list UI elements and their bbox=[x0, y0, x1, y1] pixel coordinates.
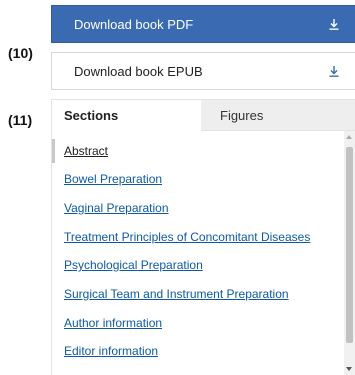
sections-list: Abstract Bowel Preparation Vaginal Prepa… bbox=[51, 131, 355, 375]
download-icon bbox=[327, 17, 341, 31]
scrollbar-thumb[interactable] bbox=[346, 147, 353, 343]
active-indicator bbox=[52, 139, 55, 163]
section-link-vaginal-preparation[interactable]: Vaginal Preparation bbox=[64, 201, 169, 215]
download-icon bbox=[327, 64, 341, 78]
scrollbar[interactable] bbox=[344, 131, 355, 375]
section-link-surgical-team[interactable]: Surgical Team and Instrument Preparation bbox=[64, 287, 289, 301]
scroll-up-arrow-icon[interactable] bbox=[346, 135, 352, 139]
section-tabs: Sections Figures bbox=[51, 99, 355, 131]
download-pdf-label: Download book PDF bbox=[74, 16, 194, 32]
section-link-editor-information[interactable]: Editor information bbox=[64, 344, 158, 358]
section-link-abstract[interactable]: Abstract bbox=[64, 144, 108, 158]
download-pdf-button[interactable]: Download book PDF bbox=[51, 5, 355, 43]
section-link-bowel-preparation[interactable]: Bowel Preparation bbox=[64, 172, 162, 186]
section-link-psychological-preparation[interactable]: Psychological Preparation bbox=[64, 258, 203, 272]
section-link-concomitant-diseases[interactable]: Treatment Principles of Concomitant Dise… bbox=[64, 230, 310, 244]
section-link-author-information[interactable]: Author information bbox=[64, 316, 162, 330]
scroll-down-arrow-icon[interactable] bbox=[346, 367, 352, 371]
download-epub-label: Download book EPUB bbox=[74, 63, 203, 79]
download-epub-button[interactable]: Download book EPUB bbox=[51, 52, 355, 90]
annotation-label-11: (11) bbox=[8, 112, 33, 128]
tab-figures[interactable]: Figures bbox=[201, 99, 355, 131]
annotation-label-10: (10) bbox=[8, 45, 33, 61]
tab-sections[interactable]: Sections bbox=[51, 99, 201, 131]
